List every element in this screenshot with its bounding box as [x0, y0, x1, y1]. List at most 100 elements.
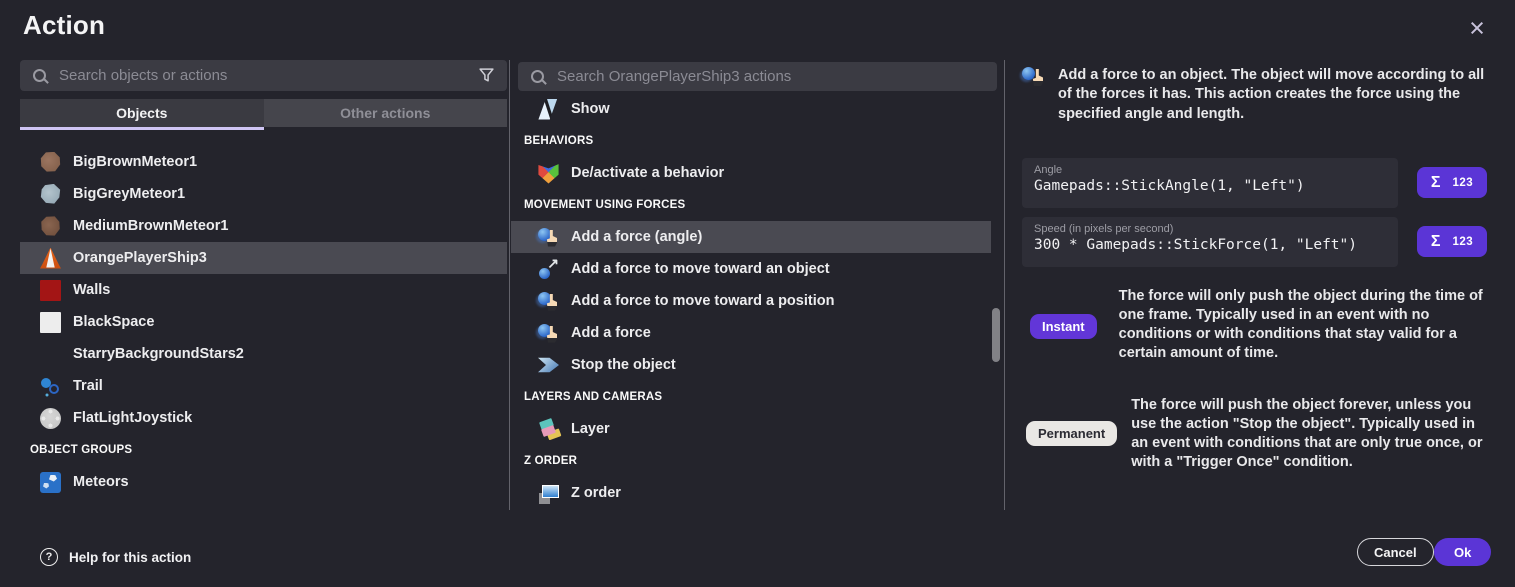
- sigma-icon: Σ: [1431, 233, 1441, 251]
- item-label: Walls: [73, 282, 110, 298]
- list-item[interactable]: MediumBrownMeteor1: [20, 210, 507, 242]
- actions-list: Show BEHAVIORS De/activate a behavior MO…: [511, 93, 1004, 509]
- speed-expression-button[interactable]: Σ 123: [1417, 226, 1487, 257]
- instant-description: The force will only push the object duri…: [1119, 287, 1490, 362]
- list-item[interactable]: OrangePlayerShip3: [20, 242, 507, 274]
- meteor-brown-medium-icon: [40, 216, 61, 237]
- scrollbar-thumb[interactable]: [992, 308, 1000, 362]
- tab-other-actions[interactable]: Other actions: [264, 99, 508, 127]
- layers-icon: [538, 419, 559, 440]
- meteor-grey-icon: [40, 184, 61, 205]
- list-item[interactable]: StarryBackgroundStars2: [20, 338, 507, 370]
- objects-tabs: Objects Other actions: [20, 99, 507, 127]
- list-item[interactable]: Add a force to move toward a position: [511, 285, 991, 317]
- item-label: Meteors: [73, 474, 129, 490]
- meteor-brown-big-icon: [40, 152, 61, 173]
- item-label: Z order: [571, 485, 621, 501]
- help-icon: ?: [40, 548, 58, 566]
- dialog-title: Action: [23, 10, 105, 41]
- objects-list: BigBrownMeteor1 BigGreyMeteor1 MediumBro…: [20, 146, 507, 498]
- angle-expression-button[interactable]: Σ 123: [1417, 167, 1487, 198]
- force-icon: [1022, 66, 1045, 89]
- list-item[interactable]: BigBrownMeteor1: [20, 146, 507, 178]
- list-item[interactable]: Trail: [20, 370, 507, 402]
- force-icon: [538, 227, 559, 248]
- tab-objects[interactable]: Objects: [20, 99, 264, 127]
- group-meteors-icon: [40, 472, 61, 493]
- list-item[interactable]: Meteors: [20, 466, 507, 498]
- action-dialog: Action × Objects Other actions BigBrownM…: [0, 0, 1515, 587]
- item-label: De/activate a behavior: [571, 165, 724, 181]
- force-toward-position-icon: [538, 291, 559, 312]
- item-label: Add a force: [571, 325, 651, 341]
- item-label: Layer: [571, 421, 610, 437]
- force-plain-icon: [538, 323, 559, 344]
- numbers-icon: 123: [1452, 177, 1473, 189]
- section-header: MOVEMENT USING FORCES: [511, 189, 1004, 221]
- numbers-icon: 123: [1452, 236, 1473, 248]
- item-label: Trail: [73, 378, 103, 394]
- speed-field-label: Speed (in pixels per second): [1034, 223, 1386, 235]
- help-button[interactable]: ? Help for this action: [40, 548, 191, 566]
- square-red-icon: [40, 280, 61, 301]
- item-label: Stop the object: [571, 357, 676, 373]
- list-item[interactable]: Show: [511, 93, 991, 125]
- item-icon: [40, 344, 61, 365]
- section-header: LAYERS AND CAMERAS: [511, 381, 1004, 413]
- list-item[interactable]: De/activate a behavior: [511, 157, 991, 189]
- list-item[interactable]: Layer: [511, 413, 991, 445]
- visibility-icon: [538, 99, 559, 120]
- item-label: Add a force to move toward an object: [571, 261, 830, 277]
- list-item[interactable]: FlatLightJoystick: [20, 402, 507, 434]
- sigma-icon: Σ: [1431, 174, 1441, 192]
- item-label: Add a force (angle): [571, 229, 702, 245]
- list-item[interactable]: BlackSpace: [20, 306, 507, 338]
- angle-field-value[interactable]: Gamepads::StickAngle(1, "Left"): [1034, 178, 1386, 194]
- objects-search: [20, 60, 507, 91]
- help-label: Help for this action: [69, 550, 191, 565]
- permanent-badge: Permanent: [1026, 421, 1117, 446]
- cancel-button[interactable]: Cancel: [1357, 538, 1434, 566]
- instant-badge: Instant: [1030, 314, 1097, 339]
- item-label: BlackSpace: [73, 314, 154, 330]
- item-label: BigGreyMeteor1: [73, 186, 185, 202]
- square-white-icon: [40, 312, 61, 333]
- list-item[interactable]: Walls: [20, 274, 507, 306]
- objects-panel: Objects Other actions BigBrownMeteor1 Bi…: [20, 60, 507, 498]
- ok-button[interactable]: Ok: [1434, 538, 1491, 566]
- item-label: Add a force to move toward a position: [571, 293, 834, 309]
- stop-icon: [538, 355, 559, 376]
- actions-search: [518, 62, 997, 91]
- close-button[interactable]: ×: [1461, 12, 1493, 44]
- list-item[interactable]: Z order: [511, 477, 991, 509]
- item-label: FlatLightJoystick: [73, 410, 192, 426]
- item-label: OrangePlayerShip3: [73, 250, 207, 266]
- list-item[interactable]: Stop the object: [511, 349, 991, 381]
- speed-field[interactable]: Speed (in pixels per second) 300 * Gamep…: [1022, 217, 1398, 267]
- list-item[interactable]: Add a force: [511, 317, 991, 349]
- objects-search-input[interactable]: [59, 67, 467, 84]
- item-label: BigBrownMeteor1: [73, 154, 197, 170]
- list-item[interactable]: Add a force to move toward an object: [511, 253, 991, 285]
- speed-field-value[interactable]: 300 * Gamepads::StickForce(1, "Left"): [1034, 237, 1386, 253]
- permanent-description: The force will push the object forever, …: [1131, 396, 1490, 471]
- section-header: OBJECT GROUPS: [20, 434, 507, 466]
- search-icon: [32, 68, 48, 84]
- list-item[interactable]: Add a force (angle): [511, 221, 991, 253]
- behavior-icon: [538, 163, 559, 184]
- filter-icon[interactable]: [478, 67, 495, 84]
- force-toward-object-icon: [538, 259, 559, 280]
- actions-search-input[interactable]: [557, 68, 985, 85]
- search-icon: [530, 69, 546, 85]
- angle-field-label: Angle: [1034, 164, 1386, 176]
- panel-divider: [509, 60, 510, 510]
- item-label: Show: [571, 101, 610, 117]
- joystick-icon: [40, 408, 61, 429]
- zorder-icon: [538, 483, 559, 504]
- actions-panel: Show BEHAVIORS De/activate a behavior MO…: [511, 62, 1004, 509]
- section-header: Z ORDER: [511, 445, 1004, 477]
- list-item[interactable]: BigGreyMeteor1: [20, 178, 507, 210]
- panel-divider: [1004, 60, 1005, 510]
- trail-icon: [40, 376, 61, 397]
- angle-field[interactable]: Angle Gamepads::StickAngle(1, "Left"): [1022, 158, 1398, 208]
